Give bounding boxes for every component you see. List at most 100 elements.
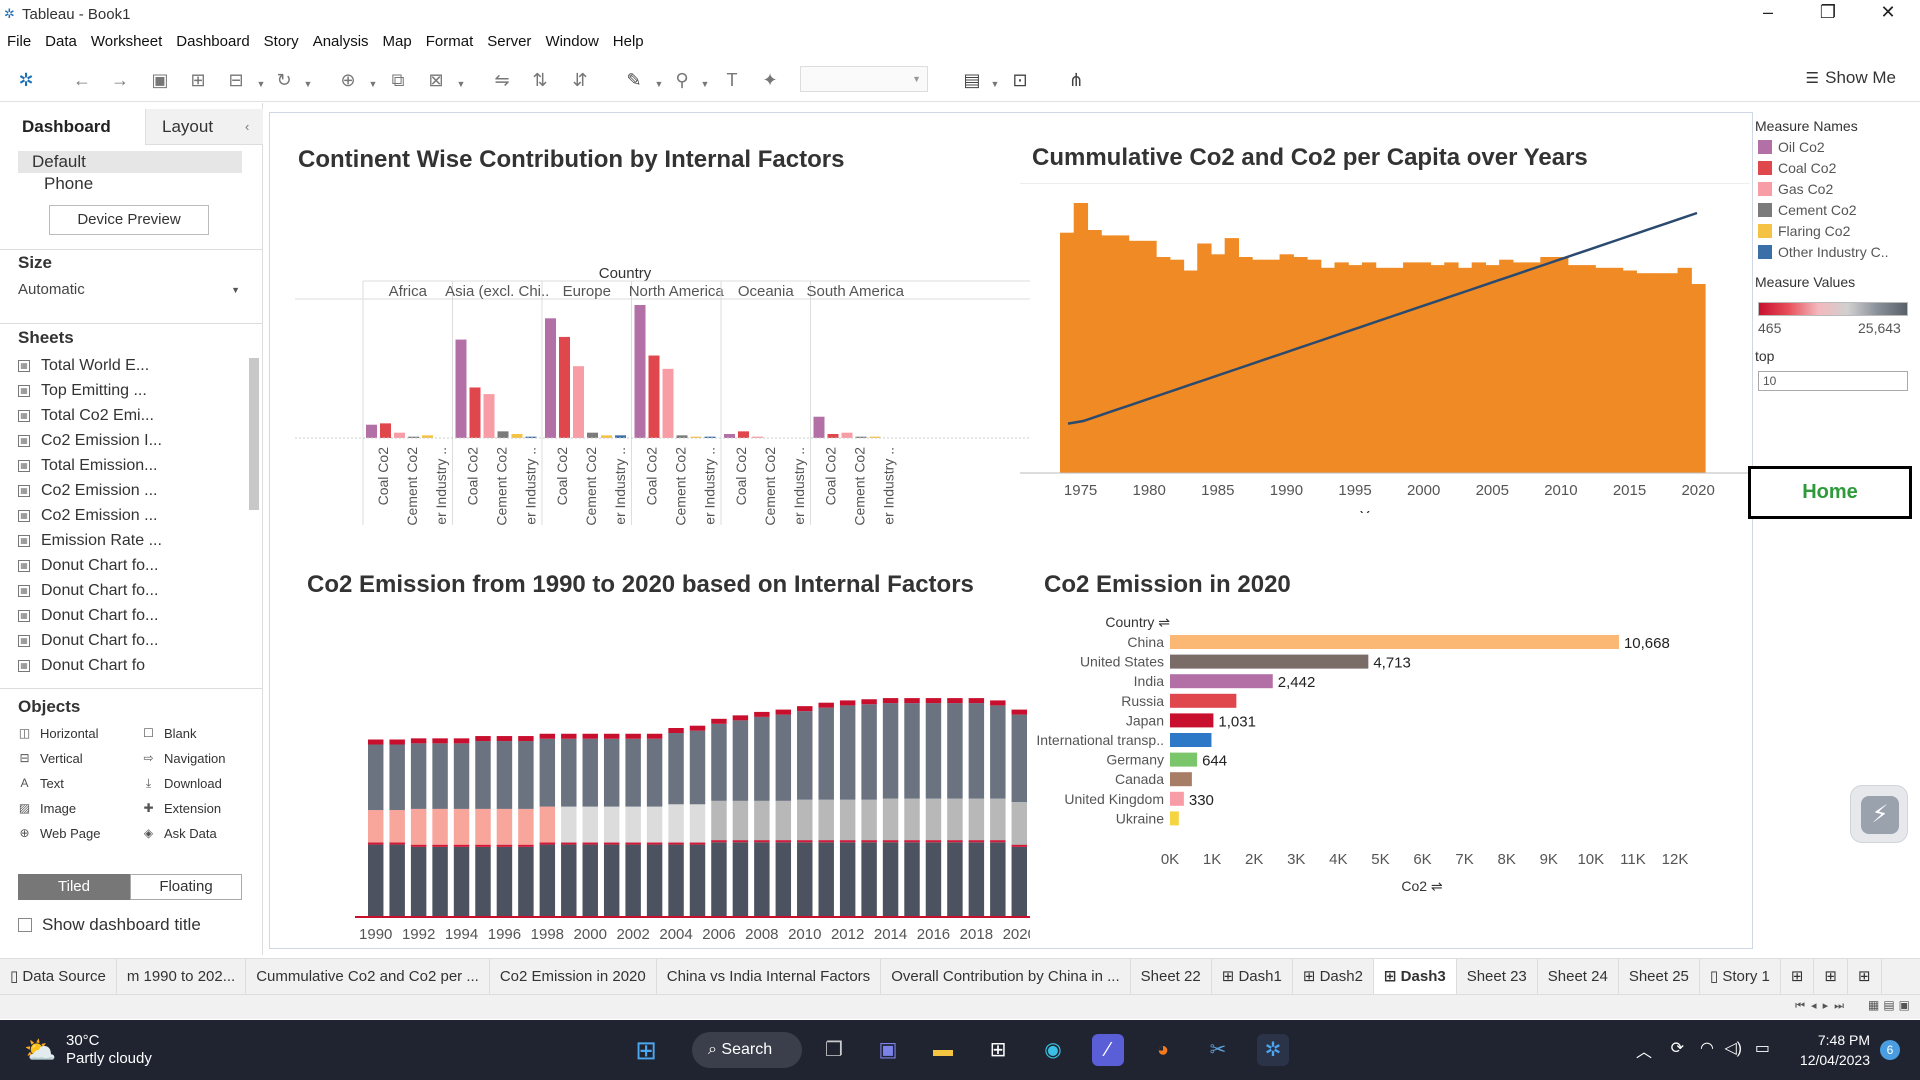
- object-image[interactable]: ▨ Image: [18, 801, 76, 816]
- sheet-item[interactable]: ▦ Co2 Emission ...: [18, 503, 246, 528]
- legend-item[interactable]: Flaring Co2: [1758, 223, 1850, 239]
- new-worksheet-icon[interactable]: ⊞: [1781, 959, 1815, 994]
- sheet-list-scrollbar[interactable]: [249, 358, 259, 510]
- start-icon[interactable]: ⊞: [630, 1034, 662, 1066]
- battery-icon[interactable]: ▭: [1755, 1038, 1770, 1058]
- menu-file[interactable]: File: [0, 30, 38, 54]
- dropdown-arrow-icon[interactable]: ▼: [256, 74, 266, 94]
- menu-format[interactable]: Format: [419, 30, 481, 54]
- presentation-mode-icon[interactable]: ⊡: [1008, 70, 1032, 90]
- sheet-item[interactable]: ▦ Donut Chart fo: [18, 653, 246, 673]
- menu-help[interactable]: Help: [606, 30, 651, 54]
- sheet-item[interactable]: ▦ Co2 Emission I...: [18, 428, 246, 453]
- device-preview-button[interactable]: Device Preview: [49, 205, 209, 235]
- swap-icon[interactable]: ⇋: [490, 70, 514, 90]
- clock[interactable]: 7:48 PM 12/04/2023: [1800, 1030, 1870, 1070]
- sheet-tab[interactable]: China vs India Internal Factors: [657, 959, 882, 994]
- sort-ascending-icon[interactable]: ⇅: [528, 70, 552, 90]
- dropdown-arrow-icon[interactable]: ▼: [700, 74, 710, 94]
- show-dashboard-title-checkbox[interactable]: Show dashboard title: [18, 915, 201, 935]
- redo-icon[interactable]: →: [108, 70, 132, 90]
- weather-widget[interactable]: ⛅ 30°C Partly cloudy: [24, 1032, 152, 1068]
- sheet-tab[interactable]: Sheet 25: [1619, 959, 1700, 994]
- sheet-item[interactable]: ▦ Total Emission...: [18, 453, 246, 478]
- teams-icon[interactable]: ▣: [872, 1034, 904, 1066]
- object-text[interactable]: A Text: [18, 776, 63, 791]
- menu-server[interactable]: Server: [480, 30, 538, 54]
- object-extension[interactable]: ✚ Extension: [142, 801, 221, 816]
- view-mode-icon[interactable]: ▦▤▣: [1868, 998, 1914, 1012]
- sort-descending-icon[interactable]: ⇵: [568, 70, 592, 90]
- new-dashboard-icon[interactable]: ⊞: [1814, 959, 1848, 994]
- labels-icon[interactable]: T: [720, 70, 744, 90]
- object-horizontal[interactable]: ◫ Horizontal: [18, 726, 99, 741]
- sheet-tab[interactable]: Co2 Emission in 2020: [490, 959, 657, 994]
- volume-icon[interactable]: ◁): [1724, 1038, 1742, 1058]
- restore-icon[interactable]: ❐: [1808, 2, 1848, 23]
- menu-window[interactable]: Window: [538, 30, 605, 54]
- sheet-item[interactable]: ▦ Total World E...: [18, 353, 246, 378]
- dropdown-arrow-icon[interactable]: ▼: [303, 74, 313, 94]
- menu-worksheet[interactable]: Worksheet: [84, 30, 169, 54]
- legend-item[interactable]: Cement Co2: [1758, 202, 1857, 218]
- dropdown-arrow-icon[interactable]: ▼: [368, 74, 378, 94]
- home-button[interactable]: Home: [1748, 466, 1912, 519]
- sheet-tab[interactable]: ⊞ Dash2: [1293, 959, 1374, 994]
- pin-icon[interactable]: ✦: [758, 70, 782, 90]
- sheet-tab[interactable]: Sheet 22: [1131, 959, 1212, 994]
- sheet-tab[interactable]: ▯ Data Source: [0, 959, 117, 994]
- snipping-tool-icon[interactable]: ✂: [1202, 1034, 1234, 1066]
- sync-icon[interactable]: ⟳: [1671, 1038, 1684, 1058]
- legend-item[interactable]: Other Industry C..: [1758, 244, 1888, 260]
- tab-dashboard[interactable]: Dashboard: [0, 109, 145, 145]
- menu-map[interactable]: Map: [376, 30, 419, 54]
- menu-dashboard[interactable]: Dashboard: [169, 30, 256, 54]
- store-icon[interactable]: ⊞: [982, 1034, 1014, 1066]
- show-me-button[interactable]: ☰ Show Me: [1806, 68, 1896, 88]
- sheet-tab[interactable]: m 1990 to 202...: [117, 959, 247, 994]
- menu-analysis[interactable]: Analysis: [306, 30, 376, 54]
- sheet-item[interactable]: ▦ Emission Rate ...: [18, 528, 246, 553]
- dropdown-arrow-icon[interactable]: ▼: [456, 74, 466, 94]
- sheet-item[interactable]: ▦ Total Co2 Emi...: [18, 403, 246, 428]
- floating-button[interactable]: Floating: [130, 874, 242, 900]
- top-parameter-input[interactable]: 10: [1758, 371, 1908, 391]
- new-worksheet-icon[interactable]: ⊕: [336, 70, 360, 90]
- sheet-item[interactable]: ▦ Donut Chart fo...: [18, 578, 246, 603]
- object-ask-data[interactable]: ◈ Ask Data: [142, 826, 217, 841]
- notification-badge[interactable]: 6: [1880, 1040, 1900, 1060]
- highlight-icon[interactable]: ✎: [622, 70, 646, 90]
- collapse-pane-icon[interactable]: ‹: [245, 119, 249, 134]
- legend-item[interactable]: Gas Co2: [1758, 181, 1833, 197]
- save-icon[interactable]: ▣: [148, 70, 172, 90]
- wifi-icon[interactable]: ◠: [1700, 1038, 1714, 1058]
- new-story-icon[interactable]: ⊞: [1848, 959, 1882, 994]
- sheet-item[interactable]: ▦ Top Emitting ...: [18, 378, 246, 403]
- emission2020-chart[interactable]: Country ⇌ China 10,668 United States 4,713 In…: [1020, 611, 1750, 941]
- cumulative-chart[interactable]: 1975 1980 1985 1990 1995 2000 2005 2010 2015 2020…: [1020, 183, 1750, 513]
- sheet-item[interactable]: ▦ Donut Chart fo...: [18, 603, 246, 628]
- dropdown-arrow-icon[interactable]: ▼: [654, 74, 664, 94]
- refresh-icon[interactable]: ↻: [272, 70, 296, 90]
- group-icon[interactable]: ⚲: [670, 70, 694, 90]
- sheet-item[interactable]: ▦ Co2 Emission ...: [18, 478, 246, 503]
- power-automate-icon[interactable]: ⁄: [1092, 1034, 1124, 1066]
- continent-chart[interactable]: Country Africa Coal Co2 Cement Co2 Other Ind…: [295, 185, 1030, 525]
- duplicate-icon[interactable]: ⧉: [386, 70, 410, 90]
- object-web-page[interactable]: ⊕ Web Page: [18, 826, 100, 841]
- close-icon[interactable]: ✕: [1868, 2, 1908, 23]
- fit-dropdown[interactable]: ▼: [800, 66, 928, 92]
- menu-data[interactable]: Data: [38, 30, 84, 54]
- device-phone[interactable]: Phone: [18, 173, 242, 195]
- device-default[interactable]: Default: [18, 151, 242, 173]
- sheet-tab[interactable]: ⊞ Dash1: [1212, 959, 1293, 994]
- taskbar-search[interactable]: ⌕ Search: [692, 1032, 802, 1068]
- legend-item[interactable]: Oil Co2: [1758, 139, 1825, 155]
- object-download[interactable]: ⤓ Download: [142, 776, 222, 791]
- clear-sheet-icon[interactable]: ⊠: [424, 70, 448, 90]
- sheet-tab[interactable]: Overall Contribution by China in ...: [881, 959, 1131, 994]
- sheet-tab[interactable]: ▯ Story 1: [1700, 959, 1781, 994]
- menu-story[interactable]: Story: [257, 30, 306, 54]
- sheet-tab[interactable]: Sheet 23: [1457, 959, 1538, 994]
- fit-icon[interactable]: ▤: [960, 70, 984, 90]
